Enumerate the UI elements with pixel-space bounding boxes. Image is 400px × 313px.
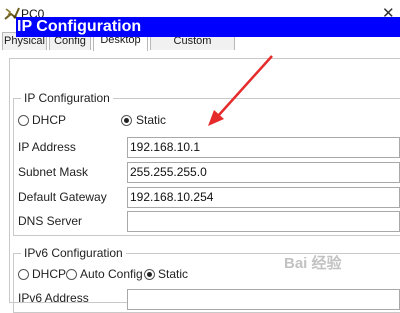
ipv4-static-radio[interactable]	[121, 115, 132, 126]
ip-address-label: IP Address	[18, 140, 76, 154]
dns-server-label: DNS Server	[18, 214, 83, 228]
watermark-logo: Bai 经验	[284, 255, 342, 272]
page-title: IP Configuration	[16, 17, 400, 37]
default-gateway-label: Default Gateway	[18, 190, 107, 204]
ipv4-static-label: Static	[136, 113, 167, 127]
ipv4-group-title: IP Configuration	[21, 91, 113, 105]
ipv6-static-label: Static	[158, 267, 189, 281]
ipv6-address-label: IPv6 Address	[18, 291, 89, 305]
ipv6-static-radio[interactable]	[144, 269, 155, 280]
subnet-mask-input[interactable]: 255.255.255.0	[127, 162, 400, 183]
ipv6-group-title: IPv6 Configuration	[21, 246, 126, 260]
default-gateway-input[interactable]: 192.168.10.254	[127, 187, 400, 208]
ipv6-dhcp-radio[interactable]	[18, 269, 29, 280]
ipv6-auto-config-radio[interactable]	[66, 269, 77, 280]
ipv6-auto-config-label: Auto Config	[80, 267, 143, 281]
ipv6-dhcp-label: DHCP	[32, 267, 67, 281]
subnet-mask-label: Subnet Mask	[18, 165, 89, 179]
dns-server-input[interactable]	[127, 211, 400, 232]
ip-address-input[interactable]: 192.168.10.1	[127, 137, 400, 158]
ipv4-dhcp-radio[interactable]	[18, 115, 29, 126]
ipv4-dhcp-label: DHCP	[32, 113, 67, 127]
